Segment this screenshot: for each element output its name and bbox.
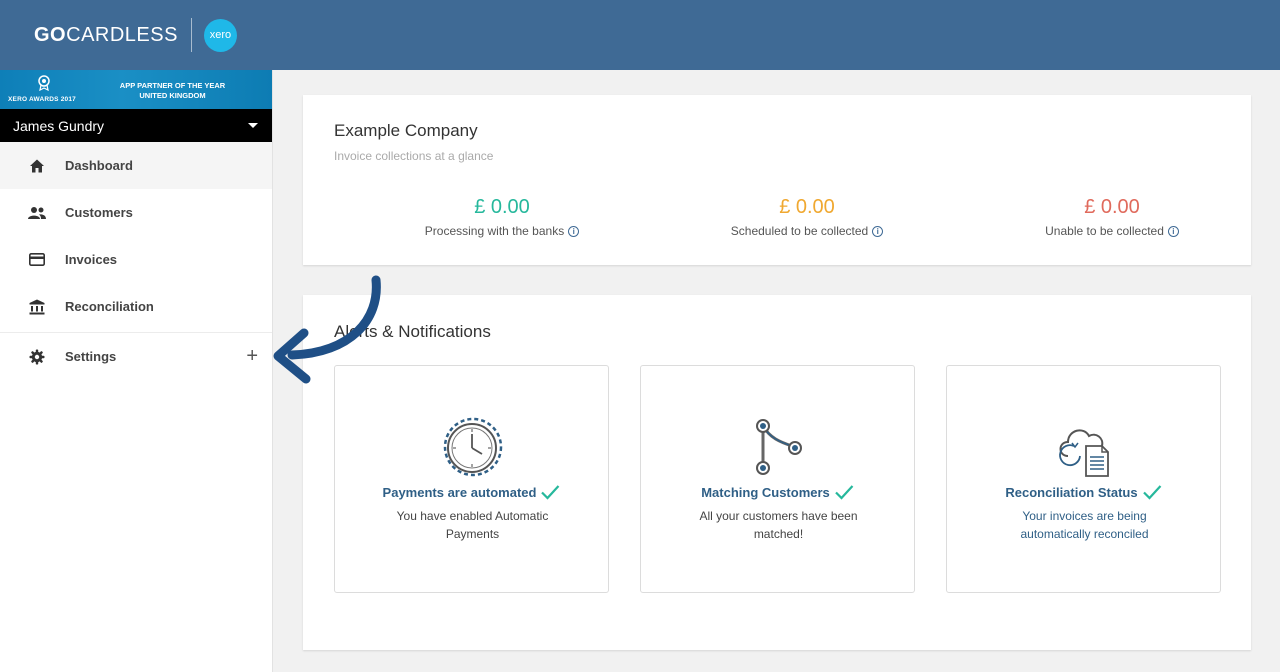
bank-icon (28, 298, 46, 316)
alert-matching-customers[interactable]: Matching Customers All your customers ha… (640, 365, 915, 593)
award-line-1: APP PARTNER OF THE YEAR (119, 81, 226, 90)
info-icon[interactable]: i (1167, 225, 1179, 237)
gocardless-logo[interactable]: GO CARDLESS (34, 24, 178, 47)
cloud-document-icon (1059, 429, 1109, 477)
stat-label-row: Processing with the banks i (362, 224, 642, 238)
award-banner: XERO AWARDS 2017 APP PARTNER OF THE YEAR… (0, 70, 272, 109)
user-name: James Gundry (13, 117, 105, 134)
alert-description: You have enabled Automatic Payments (396, 509, 549, 541)
sidebar-item-customers[interactable]: Customers (0, 189, 272, 236)
sidebar-item-reconciliation[interactable]: Reconciliation (0, 283, 272, 330)
check-icon (541, 485, 560, 500)
check-icon (835, 485, 854, 500)
top-header: GO CARDLESS xero (0, 0, 1280, 70)
info-icon[interactable]: i (568, 225, 580, 237)
people-icon (28, 204, 46, 222)
stat-label: Processing with the banks (424, 224, 565, 238)
logo-divider (190, 18, 192, 52)
xero-logo-text: xero (209, 29, 232, 41)
home-icon (28, 157, 46, 175)
check-icon (1142, 485, 1161, 500)
stat-amount: £ 0.00 (779, 196, 835, 218)
stat-label: Scheduled to be collected (730, 224, 869, 238)
award-year: XERO AWARDS 2017 (8, 96, 76, 103)
alert-title: Payments are automated (382, 484, 537, 500)
caret-down-icon (248, 123, 258, 128)
company-name: Example Company (334, 121, 478, 140)
alert-description: All your customers have been matched! (699, 509, 858, 541)
stat-label-row: Scheduled to be collected i (667, 224, 947, 238)
clock-icon (443, 417, 503, 477)
stat-unable: £ 0.00 Unable to be collected i (972, 196, 1252, 238)
stat-label-row: Unable to be collected i (972, 224, 1252, 238)
stat-amount: £ 0.00 (1084, 196, 1140, 218)
sidebar-item-label: Customers (65, 205, 133, 220)
alert-title: Matching Customers (701, 484, 830, 500)
gear-icon (28, 348, 46, 366)
sidebar: XERO AWARDS 2017 APP PARTNER OF THE YEAR… (0, 70, 273, 672)
user-dropdown[interactable]: James Gundry (0, 109, 272, 142)
alert-title-row: Reconciliation Status (947, 484, 1220, 500)
sidebar-item-invoices[interactable]: Invoices (0, 236, 272, 283)
alert-payments-automated[interactable]: Payments are automated You have enabled … (334, 365, 609, 593)
merge-icon (756, 419, 802, 475)
award-line-2: UNITED KINGDOM (139, 91, 206, 100)
alert-reconciliation-status[interactable]: Reconciliation Status Your invoices are … (946, 365, 1221, 593)
main-content: Example Company Invoice collections at a… (273, 70, 1280, 672)
stat-label: Unable to be collected (1045, 224, 1164, 238)
sidebar-item-label: Dashboard (65, 158, 133, 173)
stat-scheduled: £ 0.00 Scheduled to be collected i (667, 196, 947, 238)
alerts-card: Alerts & Notifications Payments are auto… (303, 295, 1251, 650)
logo-go-text: GO (34, 23, 67, 46)
stat-amount: £ 0.00 (474, 196, 530, 218)
sidebar-item-settings[interactable]: Settings + (0, 333, 272, 380)
sidebar-item-dashboard[interactable]: Dashboard (0, 142, 272, 189)
settings-expand-icon[interactable]: + (246, 345, 258, 368)
card-icon (28, 251, 46, 269)
award-partner-text: APP PARTNER OF THE YEAR UNITED KINGDOM (105, 81, 240, 101)
alert-title-row: Payments are automated (335, 484, 608, 500)
alert-title-row: Matching Customers (641, 484, 914, 500)
info-icon[interactable]: i (872, 225, 884, 237)
xero-logo: xero (203, 18, 237, 52)
summary-subtitle: Invoice collections at a glance (334, 149, 494, 163)
award-medal-icon (38, 75, 50, 91)
sidebar-item-label: Settings (65, 349, 117, 364)
stat-processing: £ 0.00 Processing with the banks i (362, 196, 642, 238)
logo-cardless-text: CARDLESS (66, 23, 178, 46)
sidebar-item-label: Reconciliation (65, 299, 154, 314)
alert-description: Your invoices are being automatically re… (1020, 509, 1149, 541)
sidebar-item-label: Invoices (65, 252, 118, 267)
alerts-title: Alerts & Notifications (334, 322, 491, 341)
summary-card: Example Company Invoice collections at a… (303, 95, 1251, 265)
alert-title: Reconciliation Status (1005, 484, 1138, 500)
